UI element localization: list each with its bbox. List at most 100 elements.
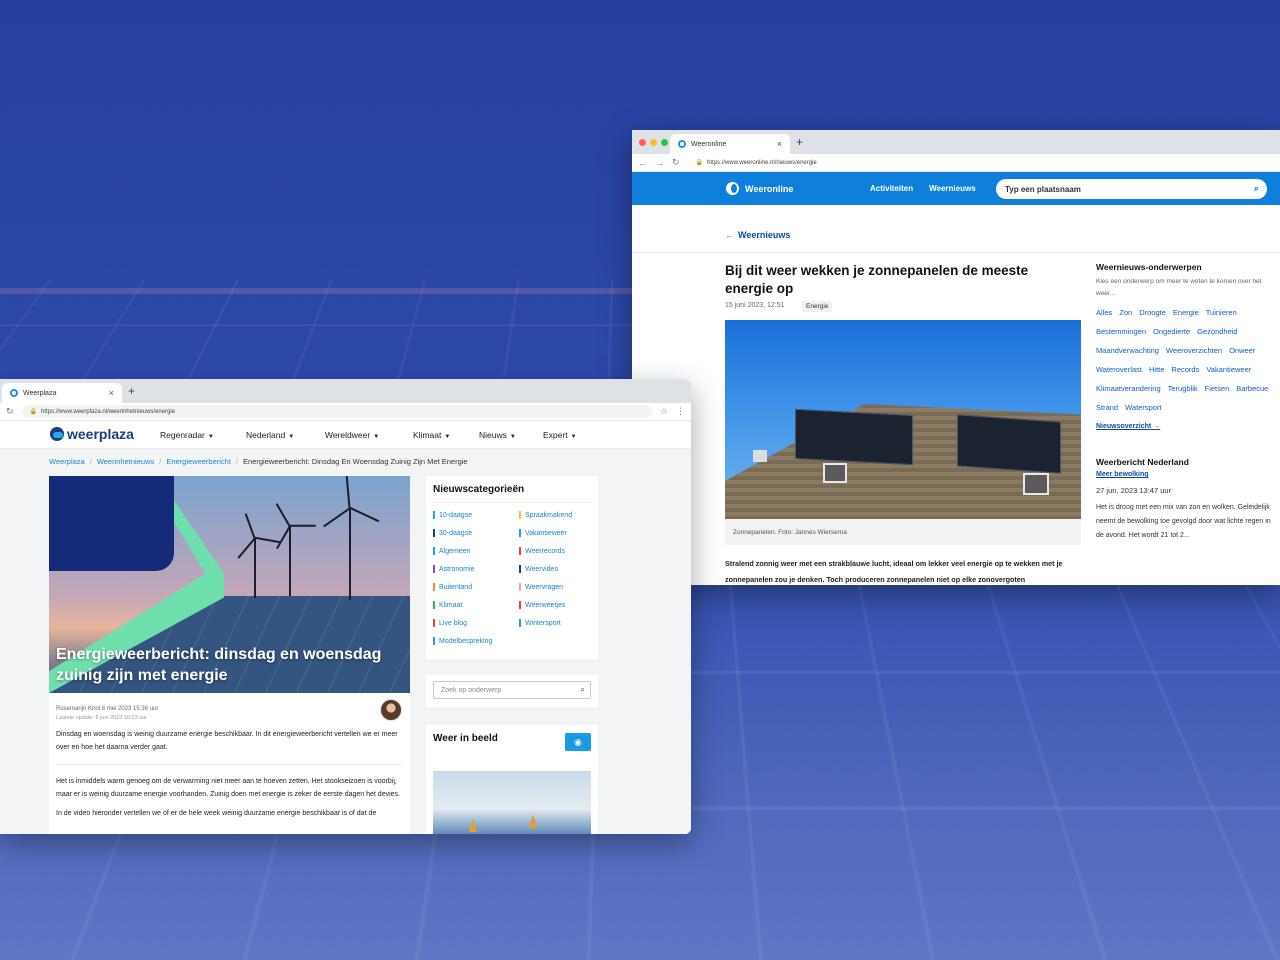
category-link[interactable]: Modelbespreking [433,637,519,645]
topic-link[interactable]: Maandverwachting [1096,346,1159,355]
category-link[interactable]: Spraakmakend [519,511,599,519]
nav-activiteiten[interactable]: Activiteiten [870,184,913,193]
category-link[interactable]: Buitenland [433,583,519,591]
tab-weerplaza[interactable]: Weerplaza × [2,383,122,403]
category-link[interactable]: Algemeen [433,547,519,555]
tab-weeronline[interactable]: Weeronline × [670,134,790,154]
topic-link[interactable]: Zon [1119,308,1132,317]
article-tag[interactable]: Energie [802,301,832,312]
category-label: Wintersport [525,620,561,627]
url-field[interactable]: 🔒 https://www.weeronline.nl/nieuws/energ… [688,156,1274,169]
category-link[interactable]: Astronomie [433,565,519,573]
close-tab-icon[interactable]: × [777,139,782,149]
breadcrumb-link[interactable]: Energieweerbericht [166,457,231,466]
nieuwsoverzicht-link[interactable]: Nieuwsoverzicht → [1096,423,1272,430]
topic-link[interactable]: Bestemmingen [1096,327,1146,336]
topic-link[interactable]: Wateroverlast [1096,365,1142,374]
topic-link[interactable]: Records [1171,365,1199,374]
breadcrumb-link[interactable]: Weerplaza [49,457,85,466]
back-label: Weernieuws [738,230,790,240]
topic-search-input[interactable]: Zoek op onderwerp ⌕ [433,681,591,699]
article-updated: Laatste update: 6 juni 2023 10:23 uur [56,715,403,721]
search-icon[interactable]: ⌕ [1254,183,1259,194]
topic-link[interactable]: Vakantieweer [1206,365,1251,374]
nav-klimaat[interactable]: Klimaat ▼ [413,430,450,440]
weerplaza-logo[interactable]: weerplaza [50,426,134,442]
category-link[interactable]: Weerrecords [519,547,599,555]
nav-label: Wereldweer [325,430,370,440]
reload-icon[interactable]: ↻ [672,157,680,168]
category-link[interactable]: 10-daagse [433,511,519,519]
new-tab-icon[interactable]: + [128,384,135,398]
photo-caption: Zonnepanelen. Foto: Jannes Wiersema [725,519,1081,545]
close-window-button[interactable] [639,139,646,146]
back-arrow-icon[interactable]: ← [638,158,647,168]
topic-link[interactable]: Watersport [1125,403,1161,412]
category-link[interactable]: Live blog [433,619,519,627]
topic-link[interactable]: Droogte [1139,308,1166,317]
topic-link[interactable]: Fietsen [1205,384,1230,393]
weeronline-logo[interactable]: Weeronline [726,182,870,195]
back-to-weernieuws-link[interactable]: ← Weernieuws [725,230,790,240]
turbine-blade [349,507,379,522]
chimney [753,450,767,462]
category-color-bar [433,637,435,645]
weer-in-beeld-panel: Weer in beeld ◉ [426,725,598,834]
breadcrumb-separator: / [236,457,238,466]
topic-link[interactable]: Terugblik [1168,384,1198,393]
close-tab-icon[interactable]: × [109,388,114,398]
forward-arrow-icon[interactable]: → [655,158,664,168]
maximize-window-button[interactable] [661,139,668,146]
search-placeholder: Typ een plaatsnaam [1005,185,1081,194]
bookmark-star-icon[interactable]: ☆ [660,406,668,417]
breadcrumb: Weerplaza / Weerinhetnieuws / Energieweerber… [49,457,468,466]
camera-button[interactable]: ◉ [565,733,591,751]
tab-title: Weerplaza [23,390,56,397]
new-tab-icon[interactable]: + [796,135,803,149]
category-link[interactable]: Weerweetjes [519,601,599,609]
category-link[interactable]: Wintersport [519,619,599,627]
forecast-link[interactable]: Meer bewolking [1096,471,1272,478]
nav-weernieuws[interactable]: Weernieuws [929,184,976,193]
topic-link[interactable]: Hitte [1149,365,1164,374]
browser-menu-icon[interactable]: ⋮ [676,406,685,417]
wind-turbine [349,508,351,600]
topic-link[interactable]: Strand [1096,403,1118,412]
topic-link[interactable]: Weeroverzichten [1166,346,1222,355]
sailboat [529,814,537,828]
category-link[interactable]: Weervragen [519,583,599,591]
topic-link[interactable]: Alles [1096,308,1112,317]
topic-link[interactable]: Klimaatverandering [1096,384,1161,393]
weerplaza-content: Weerplaza / Weerinhetnieuws / Energieweerber… [0,449,691,834]
topic-link[interactable]: Gezondheid [1197,327,1237,336]
topic-link[interactable]: Onweer [1229,346,1255,355]
topic-link[interactable]: Tuinieren [1206,308,1237,317]
category-color-bar [519,583,521,591]
search-icon[interactable]: ⌕ [581,685,585,695]
breadcrumb-link[interactable]: Weerinhetnieuws [97,457,154,466]
place-search-input[interactable]: Typ een plaatsnaam ⌕ [996,179,1267,199]
category-label: 30-daagse [439,530,472,537]
topic-link[interactable]: Energie [1173,308,1199,317]
nav-regenradar[interactable]: Regenradar ▼ [160,430,214,440]
logo-text: weerplaza [67,426,134,442]
topic-link[interactable]: Barbecue [1236,384,1268,393]
category-link[interactable]: Vakantieweer [519,529,599,537]
nav-wereldweer[interactable]: Wereldweer ▼ [325,430,379,440]
category-label: Modelbespreking [439,638,492,645]
nav-expert[interactable]: Expert ▼ [543,430,577,440]
topic-link[interactable]: Ongedierte [1153,327,1190,336]
category-link[interactable]: Klimaat [433,601,519,609]
category-link[interactable]: Weervideo [519,565,599,573]
nav-nederland[interactable]: Nederland ▼ [246,430,294,440]
reload-icon[interactable]: ↻ [6,406,14,417]
minimize-window-button[interactable] [650,139,657,146]
gallery-photo[interactable] [433,771,591,834]
arrow-left-icon: ← [725,230,734,240]
turbine-blade [237,538,255,559]
category-link[interactable]: 30-daagse [433,529,519,537]
nav-nieuws[interactable]: Nieuws ▼ [479,430,516,440]
article-author: Rosemarijn Knol 8 mei 2023 15:36 uur [56,706,403,712]
turbine-blade [290,525,316,527]
url-field[interactable]: 🔒 https://www.weerplaza.nl/weerinhetnieu… [22,405,652,418]
